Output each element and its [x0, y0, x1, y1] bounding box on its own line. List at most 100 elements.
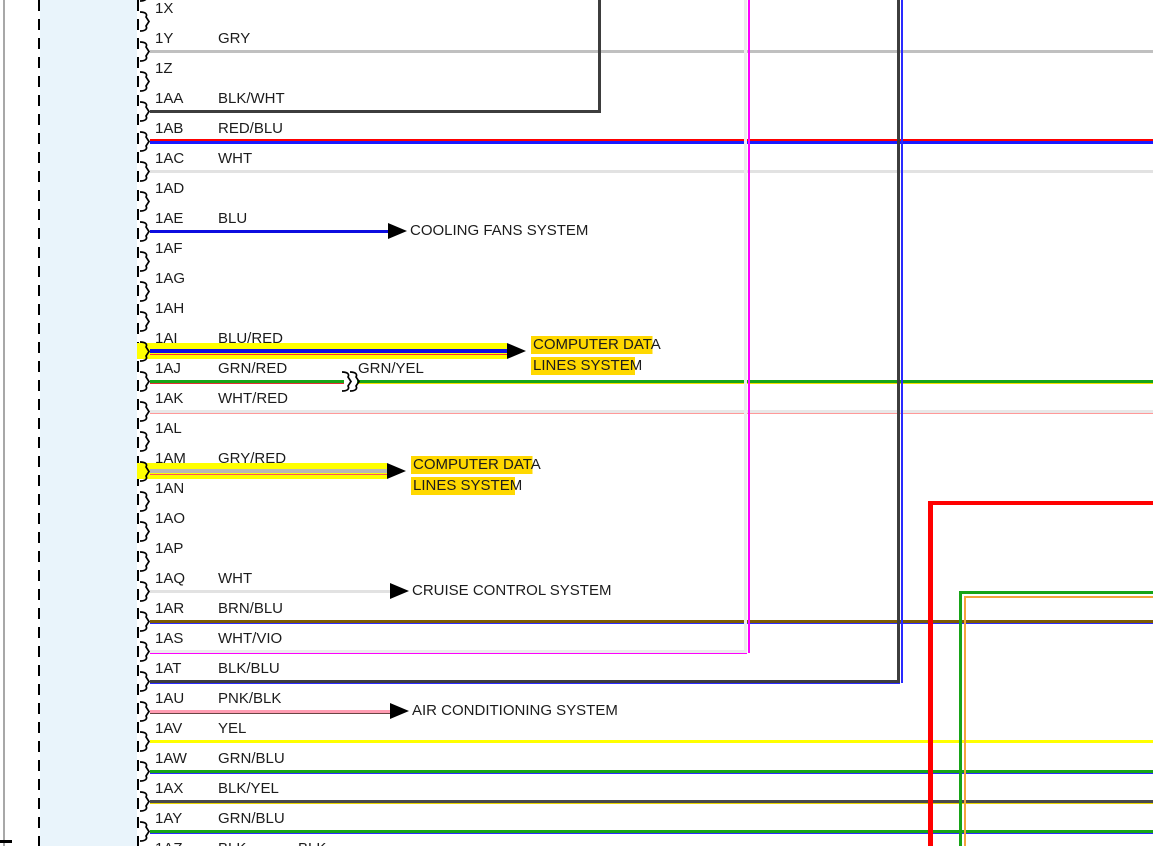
wire-color-label: GRY [218, 30, 251, 47]
wire-color-label: BRN/BLU [218, 600, 284, 617]
pin-bracket [139, 101, 151, 127]
wire-color-label: YEL [218, 720, 247, 737]
riser-wire-stripe-wht-vio [748, 0, 750, 653]
wire-stripe-wht-red [150, 412, 1153, 415]
wire-stripe-gry-red [150, 473, 387, 476]
continuation-arrow-icon [390, 703, 409, 719]
wire-color-label: RED/BLU [218, 120, 284, 137]
wire-color-label: BLK/WHT [218, 90, 285, 107]
wire-wht [150, 169, 1153, 173]
wire-yel [150, 739, 1153, 743]
pin-bracket [139, 671, 151, 697]
pin-label: 1AD [155, 180, 185, 197]
bus-wire-red-vertical [928, 500, 933, 846]
wire-blk-wht [150, 109, 601, 113]
system-label: CRUISE CONTROL SYSTEM [412, 582, 612, 599]
bus-wire-red-horizontal [928, 500, 1153, 505]
pin-bracket [139, 131, 151, 157]
pin-label: 1AW [155, 750, 187, 767]
pin-bracket [139, 701, 151, 727]
pin-label: 1Y [155, 30, 174, 47]
pin-label: 1AF [155, 240, 183, 257]
pin-label: 1AP [155, 540, 184, 557]
wire-color-label: BLK [218, 841, 246, 846]
pin-label: 1AJ [155, 360, 181, 377]
pin-bracket [139, 731, 151, 757]
pin-bracket [139, 761, 151, 787]
wire-color-label: GRN/BLU [218, 810, 285, 827]
wire-color-label: WHT [218, 150, 253, 167]
pin-label: 1AS [155, 630, 184, 647]
pin-label: 1AU [155, 690, 185, 707]
pin-bracket [139, 611, 151, 637]
wire-stripe-grn-blu [150, 832, 1153, 835]
pin-bracket [139, 191, 151, 217]
pin-bracket [139, 821, 151, 846]
wire-stripe-grn-blu [150, 772, 1153, 775]
pin-label: 1AT [155, 660, 182, 677]
wire-stripe-red-blu [150, 141, 1153, 144]
bus-wire-green-vertical [959, 591, 962, 846]
pin-label: 1AO [155, 510, 186, 527]
pin-bracket [139, 311, 151, 337]
pin-bracket [139, 221, 151, 247]
pin-bracket [139, 521, 151, 547]
pin-label: 1AB [155, 120, 184, 137]
pin-label: 1AG [155, 270, 186, 287]
system-label: AIR CONDITIONING SYSTEM [412, 702, 618, 719]
wire-wht [150, 589, 390, 593]
continuation-arrow-icon [388, 223, 407, 239]
wire-color-label: BLU [218, 210, 248, 227]
pin-bracket [139, 0, 151, 7]
pin-label: 1AV [155, 720, 183, 737]
pin-bracket [139, 11, 151, 37]
wire-stripe-pnk-blk [150, 712, 390, 715]
riser-wire-blk-wht [597, 0, 601, 113]
wiring-diagram-canvas: 1X 1Y GRY 1Z 1AA BLK/WHT 1AB RED/BLU 1AC WHT 1AD 1A… [0, 0, 1153, 846]
pin-label: 1AN [155, 480, 185, 497]
pin-label: 1Z [155, 60, 173, 77]
wire-color-label: WHT/VIO [218, 630, 283, 647]
bus-wire-green-horizontal [959, 591, 1153, 594]
pin-label: 1AR [155, 600, 185, 617]
pin-bracket [139, 791, 151, 817]
pin-label: 1AL [155, 420, 182, 437]
wire-stripe-blu-red [150, 353, 507, 356]
pin-label: 1AX [155, 780, 184, 797]
wire-color-label-2: BLK [298, 841, 326, 846]
wire-gry [150, 49, 1153, 53]
wire-color-label: GRN/RED [218, 360, 288, 377]
pin-bracket [139, 461, 151, 487]
system-label: COOLING FANS SYSTEM [410, 222, 589, 239]
pin-label: 1AM [155, 450, 186, 467]
bus-wire-orange-vertical [963, 596, 966, 846]
wire-blu-red [150, 348, 507, 354]
pin-bracket [139, 401, 151, 427]
wire-color-label: GRY/RED [218, 450, 287, 467]
bus-wire-orange-horizontal [963, 596, 1153, 599]
wire-color-label: PNK/BLK [218, 690, 282, 707]
wire-color-label: WHT [218, 570, 253, 587]
pin-label: 1X [155, 0, 174, 17]
splice-color-label: GRN/YEL [358, 360, 424, 377]
wire-stripe-grn-yel [357, 382, 1153, 385]
pin-bracket [139, 71, 151, 97]
riser-wire-blk-blu [897, 0, 900, 683]
wire-color-label: WHT/RED [218, 390, 288, 407]
system-label-line2: LINES SYSTEM [531, 357, 645, 375]
continuation-arrow-icon [387, 463, 406, 479]
pin-label: 1AC [155, 150, 185, 167]
pin-bracket [139, 581, 151, 607]
pin-bracket [139, 491, 151, 517]
pin-bracket [139, 41, 151, 67]
pin-label: 1AA [155, 90, 184, 107]
wire-stripe-wht-vio [150, 652, 747, 655]
wire-blu [150, 229, 388, 233]
riser-wire-wht-vio [744, 0, 747, 653]
system-label-line1: COMPUTER DATA [411, 456, 543, 474]
wire-gry-red [150, 468, 387, 474]
system-label-line1: COMPUTER DATA [531, 336, 663, 354]
wire-stripe-grn-red [150, 382, 344, 385]
pin-label: 1AE [155, 210, 184, 227]
pin-label: 1AI [155, 330, 178, 347]
